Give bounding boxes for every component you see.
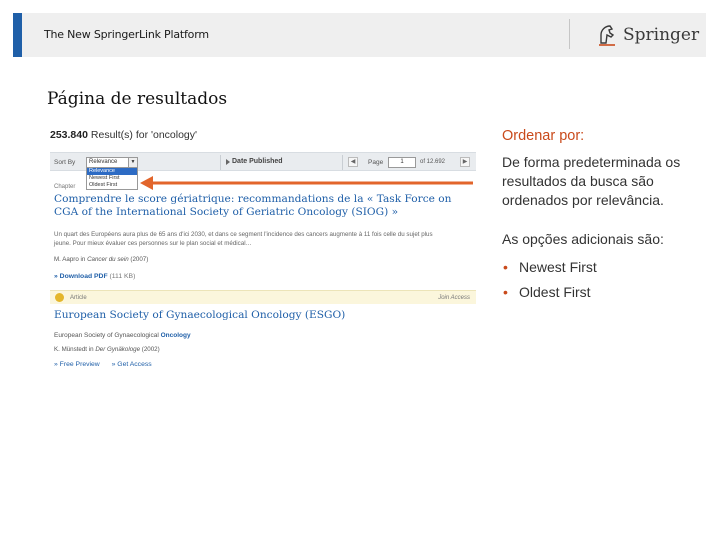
sort-select-value: Relevance [89,159,118,165]
page-total: of 12.692 [420,159,446,165]
springer-logo: Springer [597,21,699,49]
notes-options-intro: As opções adicionais são: [502,231,664,247]
free-preview-link[interactable]: » Free Preview [54,361,100,368]
article-badge-icon [55,293,64,302]
bar-separator [220,155,221,170]
sort-by-label: Sort By [54,159,76,166]
download-pdf-label[interactable]: » Download PDF [54,273,108,280]
notes-heading: Ordenar por: [502,128,585,144]
sort-dropdown-list: Relevance Newest First Oldest First [86,167,138,190]
list-item: • Oldest First [502,280,702,305]
result2-type: Article [70,295,87,301]
sort-option-oldest[interactable]: Oldest First [87,182,137,189]
option-label: Newest First [519,259,597,275]
sort-option-relevance[interactable]: Relevance [87,168,137,175]
prev-page-button[interactable]: ◀ [348,157,358,167]
result2-header-bar: Article Join Access [50,290,476,304]
notes-options-list: • Newest First • Oldest First [502,255,702,305]
result-count: 253.840 Result(s) for 'oncology' [50,129,197,141]
page-heading: Página de resultados [47,89,228,109]
page-label: Page [368,159,384,166]
header-band: The New SpringerLink Platform Springer [13,13,706,57]
result2-title-link[interactable]: European Society of Gynaecological Oncol… [54,309,345,321]
result1-type: Chapter [54,184,76,190]
logo-text: Springer [623,25,700,45]
result2-subtitle-highlight: Oncology [160,332,191,339]
list-item: • Newest First [502,255,702,280]
bullet-icon: • [503,259,508,275]
bar-separator [342,155,343,170]
date-published-sort[interactable]: Date Published [232,158,283,165]
result2-source[interactable]: Der Gynäkologe [95,346,140,353]
result1-title-link[interactable]: Comprendre le score gériatrique: recomma… [54,193,464,219]
notes-panel: Ordenar por: De forma predeterminada os … [502,128,702,305]
download-pdf-link[interactable]: » Download PDF (111 KB) [54,273,135,280]
result2-access: Join Access [438,295,470,301]
header-accent-bar [13,13,22,57]
result1-author: M. Aapro in Cancer du sein (2007) [54,256,148,263]
result2-author-name: K. Münstedt [54,346,88,353]
result2-links: » Free Preview » Get Access [54,361,162,368]
pointer-arrow [140,176,473,190]
next-page-button[interactable]: ▶ [460,157,470,167]
header-title: The New SpringerLink Platform [44,28,209,41]
option-label: Oldest First [519,284,591,300]
download-pdf-size: (111 KB) [109,273,136,280]
result2-subtitle-plain: European Society of Gynaecological [54,332,159,339]
sort-option-newest[interactable]: Newest First [87,175,137,182]
result-count-suffix: Result(s) for 'oncology' [90,129,198,141]
result1-snippet: Un quart des Européens aura plus de 65 a… [54,231,433,247]
bullet-icon: • [503,284,508,300]
springer-horse-icon [599,25,615,46]
result1-source[interactable]: Cancer du sein [87,256,129,263]
result2-author: K. Münstedt in Der Gynäkologe (2002) [54,346,160,353]
result2-subtitle: European Society of Gynaecological Oncol… [54,332,191,339]
results-screenshot: 253.840 Result(s) for 'oncology' Sort By… [50,126,476,376]
notes-spacer [502,210,702,230]
chevron-down-icon[interactable]: ▼ [128,158,137,167]
result2-year: (2002) [141,346,160,353]
result-count-number: 253.840 [50,129,88,141]
result1-author-name: M. Aapro [54,256,79,263]
result1-author-in: in [80,256,86,263]
header-divider [569,19,570,49]
play-triangle-icon [226,159,230,165]
notes-description: De forma predeterminada os resultados da… [502,154,681,208]
get-access-link[interactable]: » Get Access [112,361,152,368]
page-number-input[interactable]: 1 [388,157,416,168]
result2-author-in: in [88,346,94,353]
result1-year: (2007) [130,256,149,263]
